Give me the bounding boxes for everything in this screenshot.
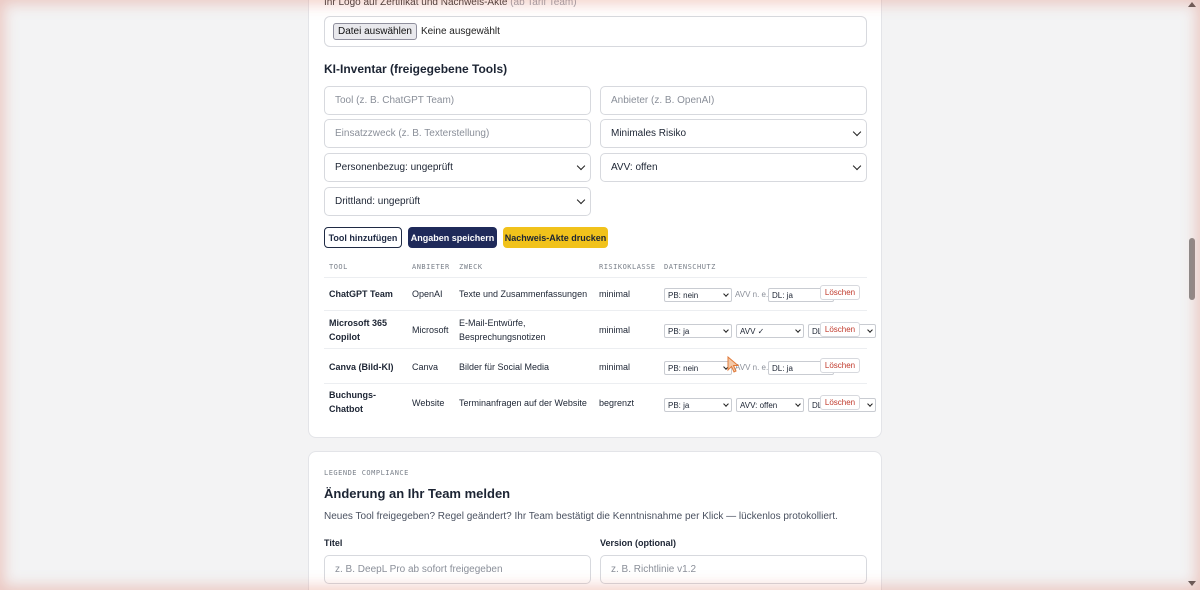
- personal-data-select[interactable]: Personenbezug: ungeprüft: [324, 153, 591, 182]
- provider-input-placeholder: Anbieter (z. B. OpenAI): [611, 95, 715, 106]
- version-field-label: Version (optional): [600, 538, 677, 548]
- notice-version-placeholder: z. B. Richtlinie v1.2: [611, 564, 697, 575]
- add-tool-button[interactable]: Tool hinzufügen: [324, 227, 402, 248]
- change-description: Neues Tool freigegeben? Regel geändert? …: [324, 511, 838, 522]
- risk-select-value: Minimales Risiko: [611, 128, 687, 139]
- logo-upload-hint: Ihr Logo auf Zertifikat und Nachweis-Akt…: [324, 0, 577, 8]
- third-country-select[interactable]: Drittland: ungeprüft: [324, 187, 591, 216]
- pb-select-value: PB: ja: [668, 400, 690, 410]
- delete-button[interactable]: Löschen: [820, 358, 860, 373]
- table-cell-risk: minimal: [599, 289, 631, 299]
- delete-button[interactable]: Löschen: [820, 285, 860, 300]
- table-cell-purpose: E-Mail-Entwürfe, Besprechungsnotizen: [459, 318, 546, 342]
- column-header-provider: ANBIETER: [412, 263, 450, 271]
- chevron-down-icon: [576, 195, 586, 205]
- table-cell-purpose: Bilder für Social Media: [459, 362, 550, 372]
- pb-select[interactable]: PB: ja: [664, 324, 732, 338]
- logo-upload-hint-text: Ihr Logo auf Zertifikat und Nachweis-Akt…: [324, 0, 508, 8]
- dl-select-value: DL: ja: [772, 363, 793, 373]
- chevron-down-icon: [867, 401, 873, 407]
- chevron-down-icon: [852, 127, 862, 137]
- pb-select[interactable]: PB: nein: [664, 361, 732, 375]
- risk-select[interactable]: Minimales Risiko: [600, 119, 867, 148]
- table-cell-tool: Microsoft 365 Copilot: [329, 318, 388, 342]
- tool-input-placeholder: Tool (z. B. ChatGPT Team): [335, 95, 455, 106]
- inventory-card: Ihr Logo auf Zertifikat und Nachweis-Akt…: [308, 0, 882, 438]
- chevron-down-icon: [723, 327, 729, 333]
- table-cell-provider: Canva: [412, 362, 439, 372]
- table-cell-tool: Canva (Bild-KI): [329, 362, 394, 372]
- tool-input[interactable]: Tool (z. B. ChatGPT Team): [324, 86, 591, 115]
- column-header-privacy: DATENSCHUTZ: [664, 263, 716, 271]
- chevron-down-icon: [723, 401, 729, 407]
- logo-upload-hint-tier: (ab Tarif Team): [510, 0, 577, 8]
- inventory-title: KI-Inventar (freigegebene Tools): [324, 62, 508, 76]
- column-header-risk: RISIKOKLASSE: [599, 263, 656, 271]
- title-field-label: Titel: [324, 538, 343, 548]
- logo-file-input[interactable]: Datei auswählen Keine ausgewählt: [324, 16, 867, 47]
- legend-label: LEGENDE COMPLIANCE: [324, 469, 409, 477]
- file-status: Keine ausgewählt: [420, 26, 500, 37]
- table-cell-provider: Microsoft: [412, 325, 449, 335]
- scroll-up-icon[interactable]: [1188, 2, 1196, 7]
- save-button[interactable]: Angaben speichern: [408, 227, 497, 248]
- print-record-button[interactable]: Nachweis-Akte drucken: [503, 227, 608, 248]
- pb-select[interactable]: PB: nein: [664, 288, 732, 302]
- table-cell-provider: Website: [412, 398, 445, 408]
- avv-row-select[interactable]: AVV ✓: [736, 324, 804, 338]
- delete-button[interactable]: Löschen: [820, 395, 860, 410]
- avv-row-select-value: AVV: offen: [740, 400, 778, 410]
- dl-select-value: DL: ja: [772, 290, 793, 300]
- notice-version-input[interactable]: z. B. Richtlinie v1.2: [600, 555, 867, 584]
- chevron-down-icon: [795, 327, 801, 333]
- avv-row-select[interactable]: AVV: offen: [736, 398, 804, 412]
- scroll-down-icon[interactable]: [1188, 581, 1196, 586]
- column-header-purpose: ZWECK: [459, 263, 483, 271]
- table-divider: [324, 383, 867, 384]
- avv-status: AVV n. e.: [735, 290, 769, 299]
- chevron-down-icon: [795, 401, 801, 407]
- table-cell-purpose: Terminanfragen auf der Website: [459, 398, 587, 408]
- chevron-down-icon: [852, 161, 862, 171]
- table-cell-risk: begrenzt: [599, 398, 635, 408]
- mouse-cursor-icon: [727, 356, 740, 373]
- purpose-input-placeholder: Einsatzzweck (z. B. Texterstellung): [335, 128, 490, 139]
- change-title: Änderung an Ihr Team melden: [324, 486, 511, 501]
- avv-row-select-value: AVV ✓: [740, 326, 765, 336]
- provider-input[interactable]: Anbieter (z. B. OpenAI): [600, 86, 867, 115]
- pb-select-value: PB: ja: [668, 326, 690, 336]
- pb-select-value: PB: nein: [668, 363, 699, 373]
- column-header-tool: TOOL: [329, 263, 348, 271]
- table-cell-provider: OpenAI: [412, 289, 443, 299]
- chevron-down-icon: [867, 327, 873, 333]
- chevron-down-icon: [723, 291, 729, 297]
- page-scrollbar[interactable]: [1186, 0, 1198, 590]
- table-divider: [324, 310, 867, 311]
- notice-title-input[interactable]: z. B. DeepL Pro ab sofort freigegeben: [324, 555, 591, 584]
- scroll-thumb[interactable]: [1189, 238, 1195, 300]
- table-cell-tool: ChatGPT Team: [329, 289, 393, 299]
- change-notice-card: LEGENDE COMPLIANCE Änderung an Ihr Team …: [308, 451, 882, 590]
- third-country-select-value: Drittland: ungeprüft: [335, 196, 421, 207]
- pb-select[interactable]: PB: ja: [664, 398, 732, 412]
- table-cell-risk: minimal: [599, 362, 631, 372]
- pb-select-value: PB: nein: [668, 290, 699, 300]
- personal-data-select-value: Personenbezug: ungeprüft: [335, 162, 453, 173]
- notice-title-placeholder: z. B. DeepL Pro ab sofort freigegeben: [335, 564, 503, 575]
- choose-file-button[interactable]: Datei auswählen: [333, 23, 417, 40]
- avv-select[interactable]: AVV: offen: [600, 153, 867, 182]
- avv-select-value: AVV: offen: [611, 162, 658, 173]
- table-cell-purpose: Texte und Zusammenfassungen: [459, 289, 588, 299]
- table-divider: [324, 348, 867, 349]
- delete-button[interactable]: Löschen: [820, 322, 860, 337]
- table-cell-risk: minimal: [599, 325, 631, 335]
- purpose-input[interactable]: Einsatzzweck (z. B. Texterstellung): [324, 119, 591, 148]
- chevron-down-icon: [576, 161, 586, 171]
- table-cell-tool: Buchungs-Chatbot: [329, 390, 376, 414]
- table-divider: [324, 277, 867, 278]
